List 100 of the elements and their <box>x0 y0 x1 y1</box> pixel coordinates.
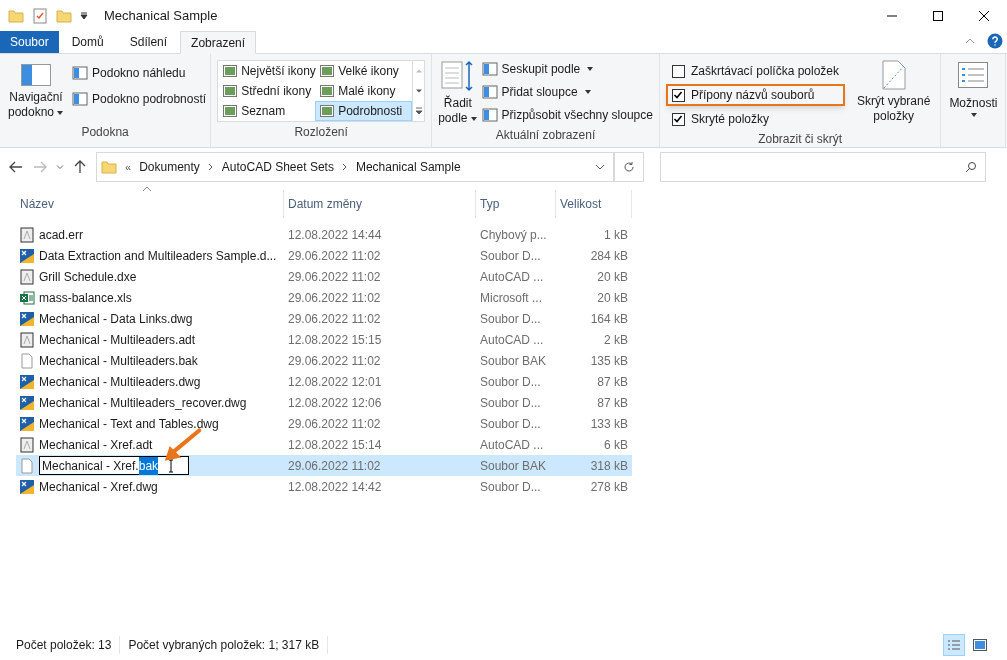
size-cell-text: 164 kB <box>589 310 629 328</box>
chevron-icon[interactable] <box>341 163 348 171</box>
file-row[interactable]: Mechanical - Multileaders.bak 29.06.2022 11:02 Soubor BAK 135 kB <box>16 350 632 371</box>
options-button[interactable]: Možnosti <box>949 62 998 119</box>
file-row[interactable]: mass-balance.xls 29.06.2022 11:02 Microsoft ... 20 kB <box>16 287 632 308</box>
group-caption: Zobrazit či skrýt <box>757 131 844 148</box>
breadcrumb[interactable]: AutoCAD Sheet Sets <box>221 158 334 176</box>
back-icon[interactable] <box>8 159 24 175</box>
date-cell-text: 29.06.2022 11:02 <box>287 247 382 265</box>
page-icon <box>881 60 906 90</box>
sort-ascending-icon <box>142 186 152 192</box>
type-cell-text: Soubor D... <box>479 478 542 496</box>
column-header[interactable]: Datum změny <box>284 190 476 218</box>
size-cell-text: 278 kB <box>589 478 629 496</box>
type-cell-text: Soubor D... <box>479 373 542 391</box>
layout-option[interactable]: Největší ikony <box>218 61 316 81</box>
size-cell-text: 133 kB <box>589 415 629 433</box>
type-cell-text: Soubor BAK <box>479 352 548 370</box>
pane-toggle-button[interactable]: Podokno náhledu <box>72 64 207 82</box>
rename-field[interactable]: Mechanical - Xref.bak <box>39 456 189 475</box>
navigation-pane-button[interactable]: Navigační podokno <box>4 60 69 120</box>
blank-file-icon <box>19 352 35 369</box>
customize-toolbar-icon[interactable] <box>80 12 88 20</box>
date-cell-text: 12.08.2022 15:14 <box>287 436 383 454</box>
file-row[interactable]: Mechanical - Xref.adt 12.08.2022 15:14 AutoCAD ... 6 kB <box>16 434 632 455</box>
type-cell-text: AutoCAD ... <box>479 436 545 454</box>
file-row[interactable]: Mechanical - Multileaders_recover.dwg 12.08.2022 12:06 Soubor D... 87 kB <box>16 392 632 413</box>
checkbox[interactable] <box>671 112 685 126</box>
folder-icon <box>8 8 24 24</box>
folder-icon <box>101 159 117 175</box>
option-checkbox[interactable]: Zaškrtávací políčka položek <box>665 60 845 82</box>
file-name: Mechanical - Xref.dwg <box>39 478 158 496</box>
search-icon <box>965 161 977 173</box>
group-caption: Aktuální zobrazení <box>494 127 597 144</box>
ribbon-tab[interactable]: Domů <box>58 31 117 53</box>
large-icons-icon <box>973 639 987 651</box>
address-field[interactable]: « Dokumenty AutoCAD Sheet Sets Mechanical Sample <box>96 152 614 182</box>
checkbox[interactable] <box>671 88 685 102</box>
file-row[interactable]: Mechanical - Multileaders.dwg 12.08.2022 12:01 Soubor D... 87 kB <box>16 371 632 392</box>
file-row[interactable]: Mechanical - Text and Tables.dwg 29.06.2022 11:02 Soubor D... 133 kB <box>16 413 632 434</box>
sort-by-button[interactable]: Řadit podle <box>438 60 478 126</box>
file-row[interactable]: Mechanical - Multileaders.adt 12.08.2022 15:15 AutoCAD ... 2 kB <box>16 329 632 350</box>
dropdown-icon[interactable] <box>595 164 605 170</box>
overflow-chevron[interactable]: « <box>125 158 132 176</box>
group-caption: Rozložení <box>293 124 349 141</box>
collapse-ribbon-icon[interactable] <box>965 37 975 45</box>
date-cell-text: 12.08.2022 15:15 <box>287 331 383 349</box>
checkbox[interactable] <box>671 64 685 78</box>
file-row[interactable]: Mechanical - Data Links.dwg 29.06.2022 11:02 Soubor D... 164 kB <box>16 308 632 329</box>
refresh-icon <box>623 161 635 173</box>
column-icon <box>481 107 498 123</box>
size-cell-text: 20 kB <box>596 289 629 307</box>
file-row[interactable]: Grill Schedule.dxe 29.06.2022 11:02 AutoCAD ... 20 kB <box>16 266 632 287</box>
chevron-icon[interactable] <box>207 163 214 171</box>
file-row[interactable]: Data Extraction and Multileaders Sample.d... 29.06.2022 11:02 Soubor D... 284 kB <box>16 245 632 266</box>
help-icon[interactable] <box>987 33 1003 49</box>
file-name: acad.err <box>39 226 84 244</box>
size-cell-text: 1 kB <box>603 226 629 244</box>
breadcrumb[interactable]: Mechanical Sample <box>355 158 461 176</box>
file-name: Mechanical - Data Links.dwg <box>39 310 193 328</box>
caret-icon <box>469 114 478 123</box>
ribbon-tab[interactable]: Zobrazení <box>180 31 257 54</box>
layout-option[interactable]: Střední ikony <box>218 81 316 101</box>
file-name: mass-balance.xls <box>39 289 132 307</box>
file-row[interactable]: Mechanical - Xref.bak 29.06.2022 11:02 Soubor BAK 318 kB <box>16 455 632 476</box>
column-header[interactable]: Název <box>16 190 284 218</box>
new-folder-icon <box>56 8 72 24</box>
column-header[interactable]: Typ <box>476 190 556 218</box>
text-cursor-icon <box>168 458 174 473</box>
layout-option[interactable]: Seznam <box>218 101 316 121</box>
document-icon <box>19 226 35 243</box>
view-command-button[interactable]: Seskupit podle <box>481 60 653 78</box>
hide-selected-button[interactable]: Skrýt vybrané položky <box>853 60 935 130</box>
date-cell-text: 12.08.2022 12:06 <box>287 394 383 412</box>
breadcrumb[interactable]: Dokumenty <box>139 158 200 176</box>
file-name: Mechanical - Multileaders.dwg <box>39 373 201 391</box>
layout-option[interactable]: Podrobnosti <box>315 101 413 121</box>
file-tab[interactable]: Soubor <box>0 31 59 53</box>
size-cell-text: 284 kB <box>589 247 629 265</box>
date-cell-text: 29.06.2022 11:02 <box>287 268 382 286</box>
layout-option[interactable]: Malé ikony <box>315 81 413 101</box>
option-checkbox[interactable]: Přípony názvů souborů <box>665 84 845 106</box>
file-name: Data Extraction and Multileaders Sample.d... <box>39 247 277 265</box>
up-icon[interactable] <box>72 159 88 175</box>
pane-toggle-button[interactable]: Podokno podrobností <box>72 90 207 108</box>
search-field[interactable] <box>660 152 986 182</box>
close-icon <box>979 11 989 21</box>
option-checkbox[interactable]: Skryté položky <box>665 108 845 130</box>
size-cell-text: 20 kB <box>596 268 629 286</box>
file-row[interactable]: acad.err 12.08.2022 14:44 Chybový p... 1 kB <box>16 224 632 245</box>
layout-option[interactable]: Velké ikony <box>315 61 413 81</box>
view-command-button[interactable]: Přidat sloupce <box>481 83 653 101</box>
sort-list-icon <box>440 60 475 92</box>
view-command-button[interactable]: Přizpůsobit všechny sloupce <box>481 106 653 124</box>
window-title: Mechanical Sample <box>104 7 218 26</box>
file-row[interactable]: Mechanical - Xref.dwg 12.08.2022 14:42 Soubor D... 278 kB <box>16 476 632 497</box>
column-header[interactable]: Velikost <box>556 190 632 218</box>
properties-icon[interactable] <box>32 8 48 24</box>
type-cell-text: Soubor D... <box>479 415 542 433</box>
ribbon-tab[interactable]: Sdílení <box>116 31 181 53</box>
